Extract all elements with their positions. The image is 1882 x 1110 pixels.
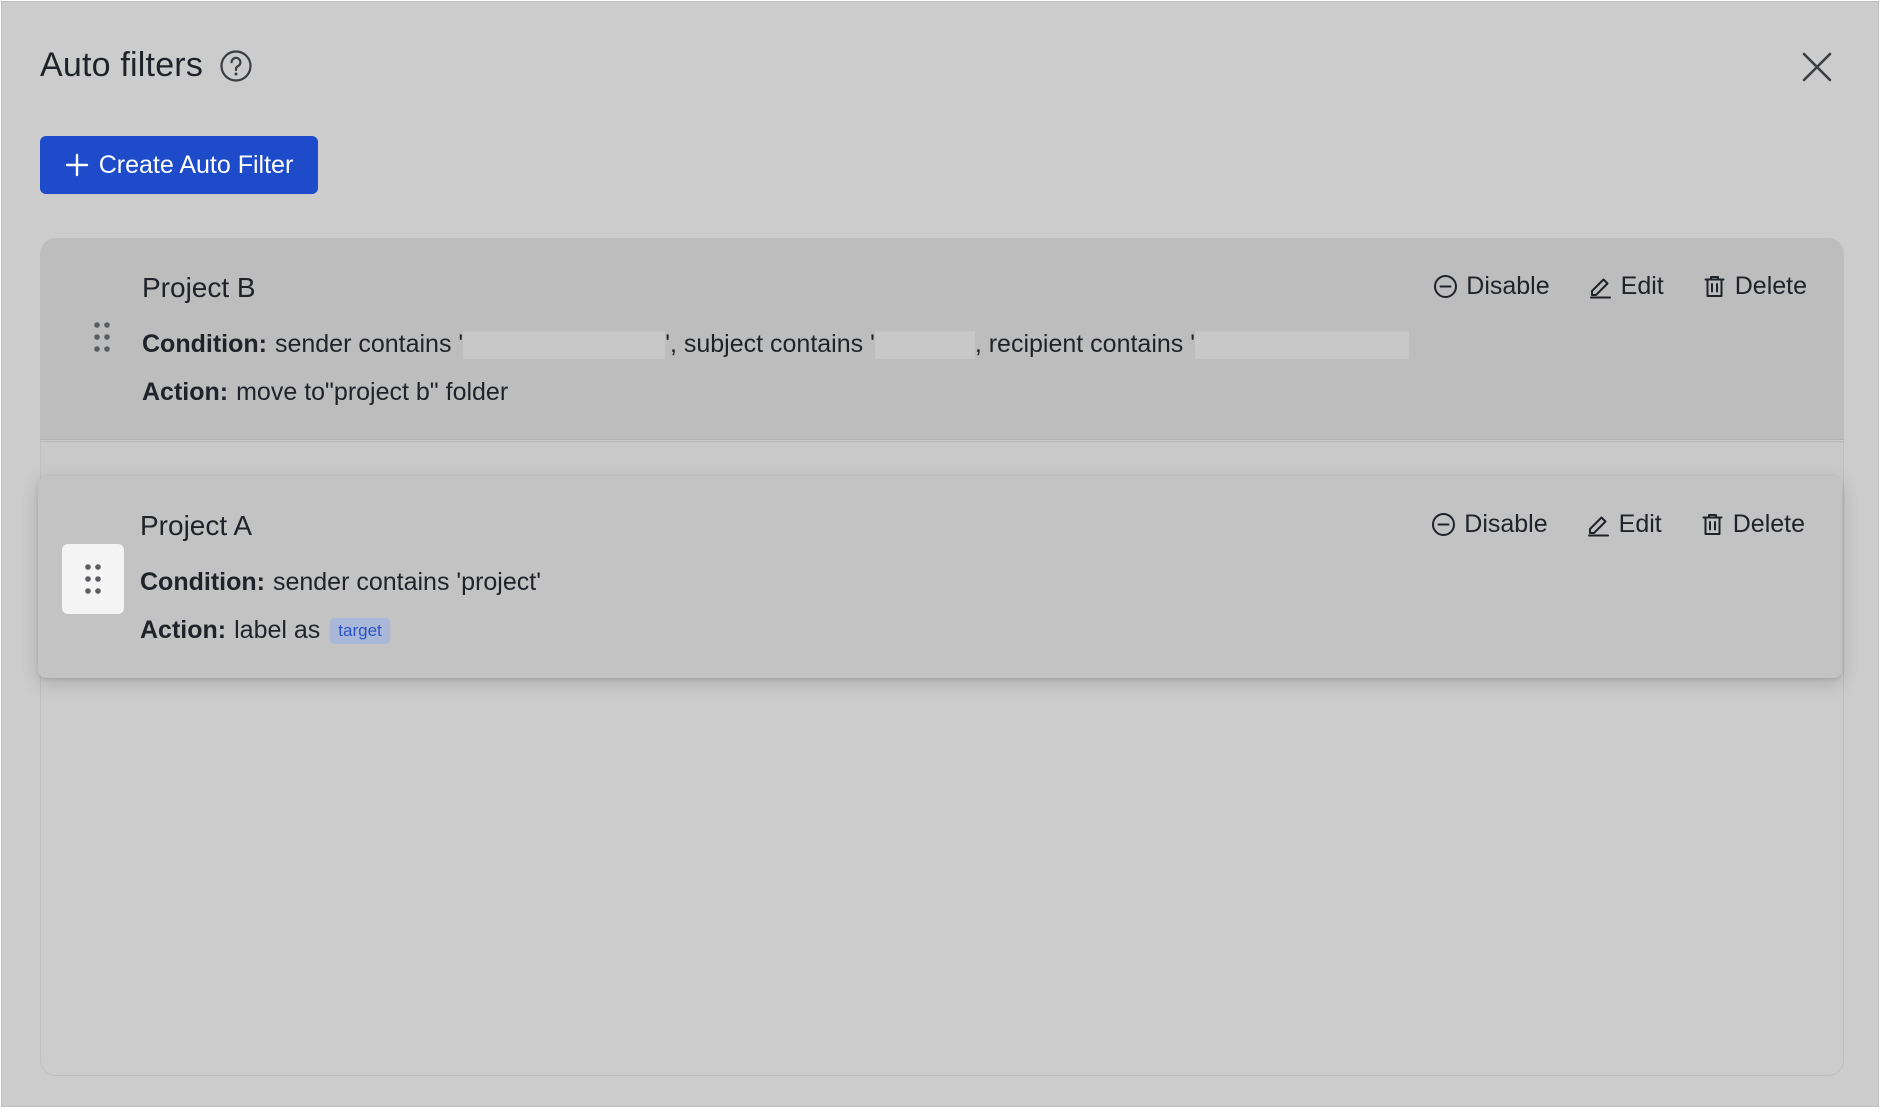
trash-icon [1702, 514, 1723, 535]
action-label: Action: [140, 616, 227, 644]
filter-condition: Condition: sender contains 'project' [140, 568, 541, 597]
filter-name: Project A [140, 510, 253, 541]
edit-button[interactable]: Edit [1588, 272, 1664, 301]
filter-actions: Disable Edit Delete [1433, 272, 1807, 301]
trash-icon [1704, 276, 1725, 297]
filter-actions: Disable Edit Delete [1431, 510, 1805, 539]
delete-label: Delete [1732, 510, 1805, 538]
plus-icon [65, 153, 88, 177]
disable-label: Disable [1466, 272, 1550, 300]
delete-button[interactable]: Delete [1702, 272, 1807, 301]
disable-button[interactable]: Disable [1433, 272, 1550, 301]
drag-handle-icon[interactable] [62, 544, 124, 614]
condition-label: Condition: [140, 568, 265, 596]
label-tag: target [330, 617, 390, 644]
condition-text-sender: sender contains ' [274, 330, 464, 358]
drop-placeholder [41, 441, 1843, 477]
drag-handle-icon[interactable] [92, 320, 116, 356]
action-label: Action: [142, 378, 229, 406]
redacted-value [874, 330, 975, 359]
edit-label: Edit [1620, 272, 1664, 300]
close-icon[interactable] [1798, 48, 1836, 86]
pencil-icon [1587, 516, 1609, 537]
auto-filters-dialog: Auto filters Create Auto Filter Project … [1, 1, 1879, 1107]
filter-card-project-b: Project B Condition: sender contains ' '… [40, 238, 1844, 440]
action-text: label as [234, 616, 321, 644]
filter-action: Action: label as target [140, 616, 390, 645]
minus-circle-icon [1434, 275, 1458, 298]
dialog-title: Auto filters [40, 46, 204, 84]
edit-button[interactable]: Edit [1586, 510, 1662, 539]
help-circle-icon[interactable] [219, 49, 253, 83]
redacted-value [463, 330, 666, 359]
filter-action: Action: move to"project b" folder [142, 378, 508, 407]
edit-label: Edit [1618, 510, 1662, 538]
create-auto-filter-label: Create Auto Filter [98, 150, 294, 179]
condition-text-subject: ', subject contains ' [665, 330, 875, 358]
filter-card-project-a: Project A Condition: sender contains 'pr… [38, 476, 1842, 678]
grip-dots-icon [85, 564, 101, 594]
disable-button[interactable]: Disable [1431, 510, 1548, 539]
action-text: move to"project b" folder [236, 378, 509, 406]
create-auto-filter-button[interactable]: Create Auto Filter [40, 136, 318, 194]
filter-name: Project B [142, 272, 256, 303]
delete-label: Delete [1734, 272, 1807, 300]
filter-condition: Condition: sender contains ' ', subject … [142, 330, 1410, 359]
redacted-value [1195, 330, 1410, 359]
condition-text-recipient: , recipient contains ' [974, 330, 1196, 358]
disable-label: Disable [1464, 510, 1548, 538]
delete-button[interactable]: Delete [1700, 510, 1805, 539]
grip-dots-icon [94, 322, 110, 352]
dialog-header: Auto filters [40, 46, 253, 85]
condition-label: Condition: [142, 330, 267, 358]
condition-text: sender contains 'project' [272, 568, 541, 596]
minus-circle-icon [1432, 513, 1456, 536]
pencil-icon [1589, 278, 1611, 299]
